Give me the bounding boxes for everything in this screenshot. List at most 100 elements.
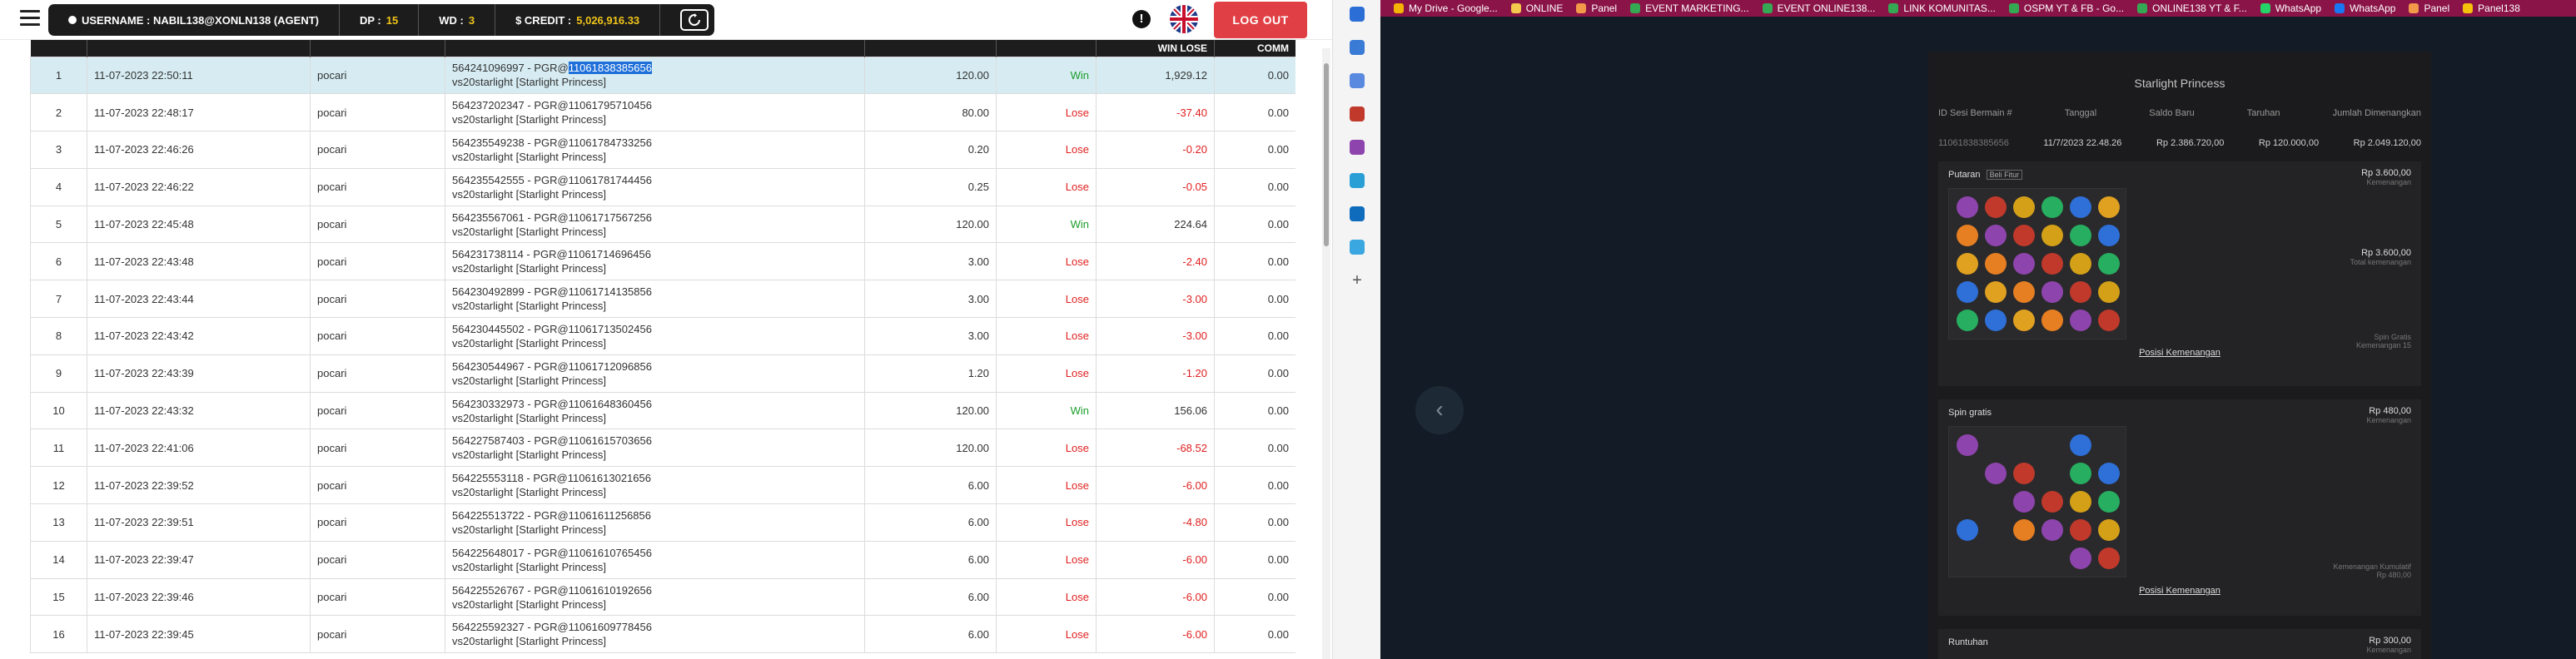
table-row[interactable]: 4 11-07-2023 22:46:22 pocari 564235542555 -…: [30, 167, 1295, 206]
dp-label: DP :: [360, 13, 381, 27]
logout-button[interactable]: LOG OUT: [1214, 2, 1307, 38]
scrollbar-thumb[interactable]: [1324, 63, 1329, 246]
row-comm: 0.00: [1214, 56, 1295, 95]
col-header: [87, 40, 311, 57]
table-row[interactable]: 12 11-07-2023 22:39:52 pocari 564225553118 …: [30, 466, 1295, 505]
gem-symbol: [1957, 225, 1978, 246]
bet-id[interactable]: 564235542555 - PGR@11061781744456: [452, 173, 858, 187]
wd-segment: WD : 3: [419, 4, 496, 36]
table-row[interactable]: 3 11-07-2023 22:46:26 pocari 564235549238 -…: [30, 131, 1295, 169]
table-row[interactable]: 11 11-07-2023 22:41:06 pocari 564227587403 …: [30, 429, 1295, 468]
col-header: [30, 40, 87, 57]
bell-icon[interactable]: [1350, 7, 1365, 22]
bookmark-item[interactable]: EVENT ONLINE138...: [1762, 2, 1875, 14]
row-result: Lose: [996, 466, 1097, 505]
bet-id[interactable]: 564225513722 - PGR@11061611256856: [452, 508, 858, 523]
send-icon[interactable]: [1350, 240, 1365, 255]
table-row[interactable]: 2 11-07-2023 22:48:17 pocari 564237202347 -…: [30, 93, 1295, 132]
bet-id[interactable]: 564225592327 - PGR@11061609778456: [452, 620, 858, 634]
bookmark-icon: [2137, 3, 2148, 13]
bookmark-item[interactable]: Panel: [2409, 2, 2449, 14]
bookmark-label: WhatsApp: [2350, 2, 2396, 14]
details-header-row: ID Sesi Bermain # Tanggal Saldo Baru Tar…: [1928, 108, 2431, 118]
outlook-icon[interactable]: [1350, 206, 1365, 221]
bet-id[interactable]: 564235567061 - PGR@11061717567256: [452, 211, 858, 225]
game-name: vs20starlight [Starlight Princess]: [452, 225, 606, 238]
row-amount: 3.00: [864, 242, 997, 281]
row-win-lose: -68.52: [1096, 429, 1215, 468]
dp-segment: DP : 15: [340, 4, 420, 36]
table-row[interactable]: 9 11-07-2023 22:43:39 pocari 564230544967 -…: [30, 354, 1295, 393]
table-row[interactable]: 1 11-07-2023 22:50:11 pocari 564241096997 -…: [30, 56, 1295, 95]
scrollbar[interactable]: [1322, 48, 1330, 659]
gem-symbol: [1985, 281, 2007, 303]
gem-symbol: [2013, 225, 2035, 246]
win-positions-link[interactable]: Posisi Kemenangan: [1948, 348, 2411, 358]
row-description: 564230544967 - PGR@11061712096856 vs20sta…: [445, 354, 865, 393]
menu-icon[interactable]: [20, 10, 40, 27]
row-result: Lose: [996, 242, 1097, 281]
uk-flag-icon[interactable]: [1170, 5, 1198, 33]
gem-symbol: [2098, 310, 2120, 331]
table-row[interactable]: 7 11-07-2023 22:43:44 pocari 564230492899 -…: [30, 280, 1295, 319]
bet-id[interactable]: 564230332973 - PGR@11061648360456: [452, 397, 858, 411]
bet-id[interactable]: 564225648017 - PGR@11061610765456: [452, 546, 858, 560]
row-number: 16: [30, 615, 87, 654]
username-label: USERNAME : NABIL138@XONLN138 (AGENT): [82, 13, 319, 27]
bet-id[interactable]: 564241096997 - PGR@11061838385656: [452, 61, 858, 75]
bookmark-item[interactable]: EVENT MARKETING...: [1630, 2, 1749, 14]
table-row[interactable]: 5 11-07-2023 22:45:48 pocari 564235567061 -…: [30, 205, 1295, 244]
row-number: 10: [30, 391, 87, 430]
bookmark-item[interactable]: ONLINE: [1510, 2, 1563, 14]
bet-id[interactable]: 564237202347 - PGR@11061795710456: [452, 98, 858, 112]
table-row[interactable]: 14 11-07-2023 22:39:47 pocari 564225648017 …: [30, 540, 1295, 579]
row-win-lose: 1,929.12: [1096, 56, 1215, 95]
table-row[interactable]: 15 11-07-2023 22:39:46 pocari 564225526767 …: [30, 577, 1295, 617]
row-date: 11-07-2023 22:39:46: [87, 577, 311, 617]
bookmark-item[interactable]: WhatsApp: [2335, 2, 2395, 14]
bet-id[interactable]: 564235549238 - PGR@11061784733256: [452, 136, 858, 150]
bet-id[interactable]: 564227587403 - PGR@11061615703656: [452, 434, 858, 448]
free-spin-section: Spin gratis Rp 480,00 Kemenangan Kemenan…: [1938, 399, 2421, 616]
bookmark-item[interactable]: Panel138: [2463, 2, 2520, 14]
bet-id[interactable]: 564231738114 - PGR@11061714696456: [452, 247, 858, 261]
spin-section-title: Putaran Beli Fitur: [1948, 170, 2411, 180]
copilot-icon[interactable]: [1350, 173, 1365, 188]
bet-id[interactable]: 564230544967 - PGR@11061712096856: [452, 359, 858, 374]
alert-icon[interactable]: !: [1132, 10, 1151, 28]
table-row[interactable]: 10 11-07-2023 22:43:32 pocari 564230332973 …: [30, 391, 1295, 430]
row-win-lose: -0.20: [1096, 131, 1215, 169]
bookmark-item[interactable]: WhatsApp: [2260, 2, 2321, 14]
back-chevron-icon[interactable]: ‹: [1415, 386, 1464, 434]
session-balance: Rp 2.386.720,00: [2156, 138, 2225, 148]
table-row[interactable]: 16 11-07-2023 22:39:45 pocari 564225592327 …: [30, 615, 1295, 654]
row-result: Lose: [996, 503, 1097, 542]
games-icon[interactable]: [1350, 140, 1365, 155]
row-date: 11-07-2023 22:43:48: [87, 242, 311, 281]
tag-icon[interactable]: [1350, 73, 1365, 88]
row-comm: 0.00: [1214, 615, 1295, 654]
bet-id[interactable]: 564230492899 - PGR@11061714135856: [452, 285, 858, 299]
search-icon[interactable]: [1350, 40, 1365, 55]
bookmark-item[interactable]: LINK KOMUNITAS...: [1888, 2, 1996, 14]
refresh-button[interactable]: [680, 9, 709, 31]
table-row[interactable]: 8 11-07-2023 22:43:42 pocari 564230445502 -…: [30, 317, 1295, 355]
add-icon[interactable]: +: [1350, 272, 1365, 289]
bookmark-item[interactable]: Panel: [1576, 2, 1617, 14]
row-win-lose: -6.00: [1096, 615, 1215, 654]
bookmark-item[interactable]: OSPM YT & FB - Go...: [2008, 2, 2124, 14]
table-row[interactable]: 6 11-07-2023 22:43:48 pocari 564231738114 -…: [30, 242, 1295, 281]
row-comm: 0.00: [1214, 280, 1295, 319]
bookmark-icon: [1394, 3, 1404, 13]
bet-id[interactable]: 564225553118 - PGR@11061613021656: [452, 471, 858, 485]
row-number: 11: [30, 429, 87, 468]
win-positions-link[interactable]: Posisi Kemenangan: [1948, 586, 2411, 596]
bet-id[interactable]: 564230445502 - PGR@11061713502456: [452, 322, 858, 336]
gem-symbol: [2070, 519, 2091, 541]
bet-id[interactable]: 564225526767 - PGR@11061610192656: [452, 583, 858, 597]
table-row[interactable]: 13 11-07-2023 22:39:51 pocari 564225513722 …: [30, 503, 1295, 542]
bookmark-item[interactable]: My Drive - Google...: [1394, 2, 1498, 14]
row-description: 564237202347 - PGR@11061795710456 vs20sta…: [445, 93, 865, 132]
bookmark-item[interactable]: ONLINE138 YT & F...: [2137, 2, 2247, 14]
toolbox-icon[interactable]: [1350, 107, 1365, 121]
